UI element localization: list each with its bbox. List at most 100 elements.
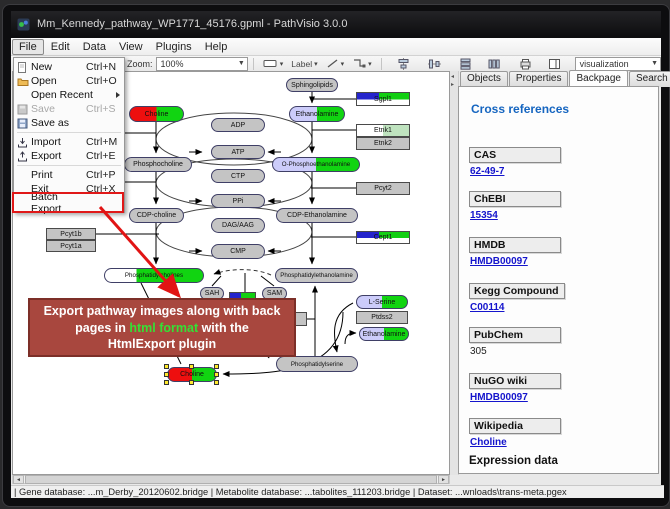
menu-bar: File Edit Data View Plugins Help: [11, 38, 661, 56]
xref-value-chebi: 15354: [470, 210, 498, 221]
node-ctp[interactable]: CTP: [211, 169, 265, 183]
line-tool-button[interactable]: ▾: [324, 57, 347, 70]
stack-vertical-button[interactable]: [457, 57, 474, 70]
node-ppi[interactable]: PPi: [211, 194, 265, 208]
cross-references-heading: Cross references: [471, 102, 569, 116]
callout-line1: Export pathway images along with back: [30, 303, 294, 320]
collapse-right-icon[interactable]: ▸: [451, 81, 454, 88]
node-phosphatidylcholines[interactable]: Phosphatidylcholines: [104, 268, 204, 283]
gene-node-pcyt2[interactable]: Pcyt2: [356, 182, 410, 195]
horizontal-scrollbar[interactable]: ◄ ►: [12, 475, 450, 484]
selection-handle[interactable]: [214, 364, 219, 369]
menu-file[interactable]: File: [12, 39, 44, 55]
node-l-serine[interactable]: L-Serine: [356, 295, 408, 309]
gene-node-pcyt1a[interactable]: Pcyt1a: [46, 240, 96, 252]
scrollbar-thumb[interactable]: [25, 475, 437, 484]
selection-handle[interactable]: [189, 364, 194, 369]
scroll-right-icon[interactable]: ►: [438, 475, 449, 484]
selection-handle[interactable]: [164, 372, 169, 377]
gene-node-sgpl1[interactable]: Sgpl1: [356, 92, 410, 106]
window-title: Mm_Kennedy_pathway_WP1771_45176.gpml - P…: [37, 18, 347, 30]
zoom-label: Zoom:: [127, 59, 153, 69]
file-menu-open[interactable]: Open Ctrl+O: [14, 74, 124, 88]
node-cdp-ethanolamine[interactable]: CDP-Ethanolamine: [276, 208, 358, 223]
screenshot-root: Mm_Kennedy_pathway_WP1771_45176.gpml - P…: [0, 0, 670, 509]
file-menu-new[interactable]: New Ctrl+N: [14, 60, 124, 74]
tab-objects[interactable]: Objects: [460, 71, 508, 87]
align-center-button[interactable]: [395, 57, 412, 70]
menu-plugins[interactable]: Plugins: [150, 40, 198, 54]
toolbar-separator: [253, 58, 254, 70]
tab-backpage[interactable]: Backpage: [569, 70, 627, 86]
node-cmp[interactable]: CMP: [211, 244, 265, 259]
gene-node-etnk1[interactable]: Etnk1: [356, 124, 410, 137]
node-choline[interactable]: Choline: [129, 106, 184, 122]
side-panel-icon: [548, 58, 561, 70]
menu-edit[interactable]: Edit: [45, 40, 76, 54]
node-dag-aag[interactable]: DAG/AAG: [211, 218, 265, 233]
node-phosphocholine[interactable]: Phosphocholine: [124, 157, 192, 172]
xref-link[interactable]: 15354: [470, 210, 498, 221]
file-menu-save[interactable]: Save Ctrl+S: [14, 102, 124, 116]
xref-value-nugo: HMDB00097: [470, 392, 528, 403]
gene-node-ptdss2[interactable]: Ptdss2: [356, 311, 408, 324]
file-menu-export[interactable]: Export Ctrl+E: [14, 149, 124, 163]
node-o-phosphoethanolamine[interactable]: O-Phosphoethanolamine: [272, 157, 360, 172]
xref-link[interactable]: HMDB00097: [470, 256, 528, 267]
collapse-left-icon[interactable]: ◂: [451, 73, 454, 80]
visualization-combobox[interactable]: visualization ▼: [575, 57, 661, 71]
file-menu-save-as[interactable]: Save as: [14, 116, 124, 130]
zoom-combobox[interactable]: 100% ▼: [156, 57, 248, 71]
xref-value-cas: 62-49-7: [470, 166, 504, 177]
side-panel-button[interactable]: [546, 57, 563, 70]
menu-separator: [17, 132, 121, 133]
file-menu-print[interactable]: Print Ctrl+P: [14, 168, 124, 182]
node-phosphatidylethanolamine[interactable]: Phosphatidylethanolamine: [275, 268, 358, 283]
print-button[interactable]: [517, 57, 534, 70]
visualization-caret-icon: ▼: [651, 60, 658, 67]
node-cdp-choline[interactable]: CDP-choline: [129, 208, 184, 223]
selection-handle[interactable]: [164, 380, 169, 385]
xref-header-nugo: NuGO wiki: [469, 373, 561, 389]
node-ethanolamine[interactable]: Ethanolamine: [289, 106, 345, 122]
file-menu-dropdown: New Ctrl+N Open Ctrl+O Open Recent Save …: [13, 57, 125, 213]
node-atp[interactable]: ATP: [211, 145, 265, 159]
scroll-left-icon[interactable]: ◄: [13, 475, 24, 484]
connector-tool-icon: [352, 58, 366, 69]
tab-search[interactable]: Search: [629, 71, 670, 87]
selection-handle[interactable]: [214, 380, 219, 385]
gene-product-icon: [263, 58, 278, 69]
label-tool-button[interactable]: Label ▾: [289, 57, 319, 70]
sidebar-tabs: Objects Properties Backpage Search Legen…: [460, 71, 670, 87]
tab-properties[interactable]: Properties: [509, 71, 569, 87]
pathvisio-logo-icon: [17, 18, 30, 31]
gene-node-cept1[interactable]: Cept1: [356, 231, 410, 244]
file-menu-import[interactable]: Import Ctrl+M: [14, 135, 124, 149]
title-bar[interactable]: Mm_Kennedy_pathway_WP1771_45176.gpml - P…: [11, 11, 661, 37]
stack-horizontal-button[interactable]: [486, 57, 503, 70]
node-sphingolipids[interactable]: Sphingolipids: [286, 78, 338, 92]
node-phosphatidylserine[interactable]: Phosphatidylserine: [276, 356, 358, 372]
menu-data[interactable]: Data: [77, 40, 112, 54]
file-menu-open-recent[interactable]: Open Recent: [14, 88, 124, 102]
menu-help[interactable]: Help: [199, 40, 234, 54]
node-ethanolamine-2[interactable]: Ethanolamine: [359, 327, 409, 341]
gene-node-etnk2[interactable]: Etnk2: [356, 137, 410, 150]
xref-value-pubchem: 305: [470, 346, 487, 357]
connector-tool-button[interactable]: ▾: [350, 57, 374, 70]
backpage-panel: Cross references CAS 62-49-7 ChEBI 15354…: [458, 86, 659, 474]
selection-handle[interactable]: [214, 372, 219, 377]
xref-link[interactable]: Choline: [470, 437, 507, 448]
status-bar: | Gene database: ...m_Derby_20120602.bri…: [11, 485, 664, 498]
gene-product-tool-button[interactable]: ▾: [261, 57, 286, 70]
align-middle-button[interactable]: [426, 57, 443, 70]
gene-node-pcyt1b[interactable]: Pcyt1b: [46, 228, 96, 240]
xref-link[interactable]: HMDB00097: [470, 392, 528, 403]
node-adp[interactable]: ADP: [211, 118, 265, 132]
menu-view[interactable]: View: [113, 40, 149, 54]
selection-handle[interactable]: [189, 380, 194, 385]
selection-handle[interactable]: [164, 364, 169, 369]
xref-link[interactable]: 62-49-7: [470, 166, 504, 177]
xref-link[interactable]: C00114: [470, 302, 504, 313]
xref-header-hmdb: HMDB: [469, 237, 561, 253]
